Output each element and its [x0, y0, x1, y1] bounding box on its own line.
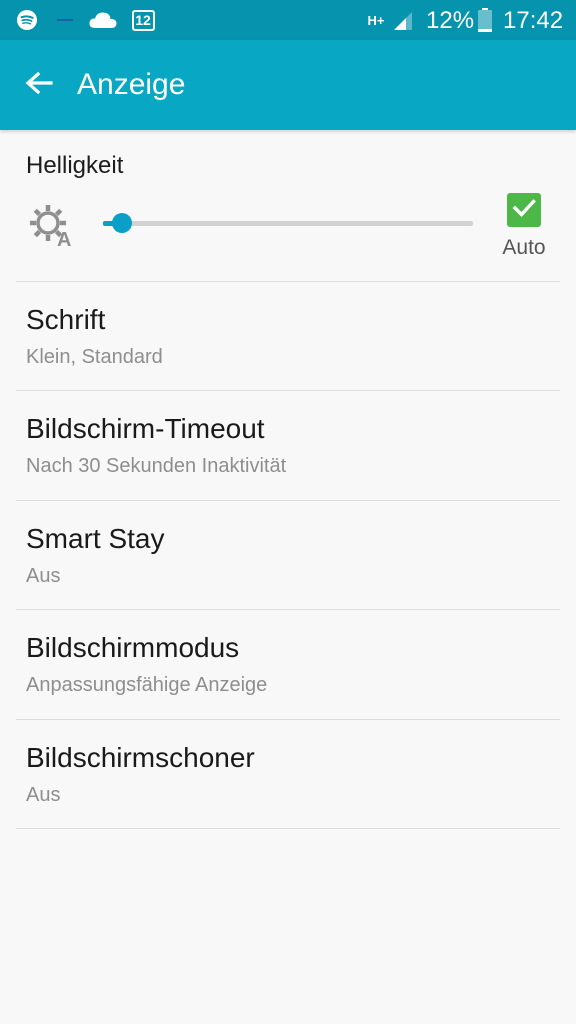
setting-item-smart-stay[interactable]: Smart Stay Aus [0, 501, 576, 609]
setting-subtitle: Aus [26, 565, 61, 587]
signal-icon [390, 0, 416, 40]
setting-title: Bildschirm-Timeout [26, 413, 265, 444]
auto-brightness-label: Auto [502, 236, 546, 259]
svg-text:A: A [57, 229, 71, 248]
page-title: Anzeige [77, 68, 186, 101]
setting-title: Smart Stay [26, 523, 165, 554]
setting-subtitle: Klein, Standard [26, 346, 163, 368]
auto-brightness-checkbox[interactable] [507, 193, 541, 227]
calendar-icon: 12 [130, 0, 156, 40]
setting-title: Bildschirmmodus [26, 632, 240, 663]
app-bar: Anzeige [0, 40, 576, 130]
clock: 17:42 [503, 7, 564, 34]
back-button[interactable] [14, 60, 64, 110]
setting-item-bildschirmschoner[interactable]: Bildschirmschoner Aus [0, 720, 576, 828]
setting-item-schrift[interactable]: Schrift Klein, Standard [0, 282, 576, 390]
battery-icon [476, 0, 494, 40]
battery-percent: 12% [426, 7, 475, 34]
setting-item-bildschirmmodus[interactable]: Bildschirmmodus Anpassungsfähige Anzeige [0, 610, 576, 718]
brightness-slider-thumb[interactable] [112, 213, 132, 233]
setting-subtitle: Anpassungsfähige Anzeige [26, 674, 268, 696]
minus-icon [56, 0, 74, 40]
brightness-slider[interactable] [103, 213, 473, 233]
arrow-left-icon [25, 71, 53, 99]
setting-subtitle: Aus [26, 784, 61, 806]
brightness-label: Helligkeit [26, 152, 124, 179]
setting-title: Schrift [26, 304, 106, 335]
network-type: H+ [367, 12, 385, 28]
checkmark-icon [512, 198, 536, 222]
cloud-icon [88, 0, 118, 40]
hplus-network-icon: H+ [364, 0, 388, 40]
setting-item-bildschirm-timeout[interactable]: Bildschirm-Timeout Nach 30 Sekunden Inak… [0, 391, 576, 499]
divider [16, 828, 560, 829]
setting-subtitle: Nach 30 Sekunden Inaktivität [26, 455, 287, 477]
brightness-section: Helligkeit A Auto [0, 130, 576, 282]
setting-title: Bildschirmschoner [26, 742, 255, 773]
auto-brightness-icon: A [29, 202, 77, 251]
status-bar: 12 H+ 12% 17:42 [0, 0, 576, 40]
calendar-day: 12 [131, 9, 155, 31]
spotify-icon [14, 0, 40, 40]
